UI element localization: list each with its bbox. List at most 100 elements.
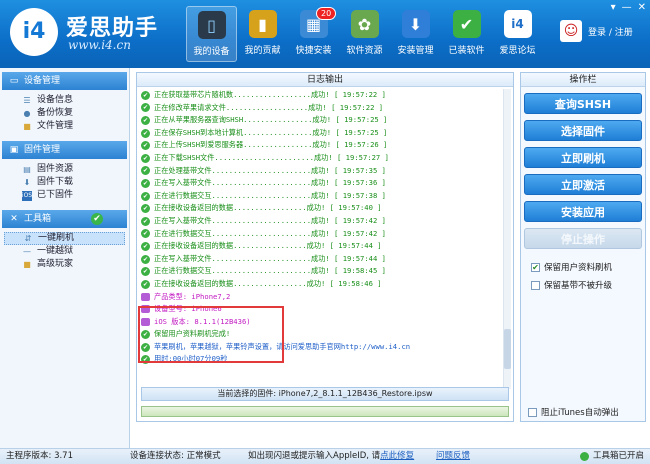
user-area: ☺ 登录 / 注册 bbox=[560, 20, 633, 42]
log-title: 日志输出 bbox=[137, 73, 513, 87]
download-icon: ⬇ bbox=[401, 10, 430, 38]
log-line: ✔ 正在进行数据交互.......................成功! [ 19… bbox=[141, 265, 503, 278]
flash-progress-bar bbox=[141, 406, 509, 417]
sidebar-item-one-click-jailbreak[interactable]: — 一键越狱 bbox=[0, 245, 129, 258]
log-line: ✔ 正在写入基带文件.......................成功! [ 19… bbox=[141, 177, 503, 190]
main-nav: ▯ 我的设备 ▮ 我的贡献 20 ▦ 快捷安装 ✿ 软件资源 ⬇ 安装管理 ✔ … bbox=[186, 6, 543, 64]
check-icon: ✔ bbox=[141, 355, 150, 365]
flash-now-button[interactable]: 立即刷机 bbox=[524, 147, 642, 168]
phone-icon: ▯ bbox=[197, 11, 226, 39]
log-output[interactable]: ✔ 正在获取基带芯片随机数..................成功! [ 19:5… bbox=[141, 89, 503, 391]
status-bar: 主程序版本: 3.71 设备连接状态: 正常模式 如出现闪退或提示输入Apple… bbox=[0, 448, 650, 464]
log-line: ✔ 正在从苹果服务器查询SHSH................成功! [ 19:… bbox=[141, 114, 503, 127]
option-label: 保留基带不被升级 bbox=[544, 281, 613, 291]
nav-label: 已装软件 bbox=[448, 46, 485, 56]
log-text: 正在获取基带芯片随机数..................成功! [ 19:57… bbox=[154, 90, 386, 99]
sidebar-item-downloaded-firmware[interactable]: iOS 已下固件 bbox=[0, 189, 129, 202]
check-icon: ✔ bbox=[141, 103, 150, 113]
check-icon: ✔ bbox=[141, 166, 150, 176]
tools-icon: ✕ bbox=[10, 214, 18, 224]
nav-label: 我的贡献 bbox=[244, 46, 281, 56]
log-text: 苹果刷机，苹果越狱，苹果铃声设置，请访问爱思助手官网http://www.i4.… bbox=[154, 341, 411, 351]
sidebar-item-label: 已下固件 bbox=[37, 190, 74, 200]
block-itunes-option[interactable]: 阻止iTunes自动弹出 bbox=[528, 406, 619, 418]
sidebar-item-advanced-player[interactable]: ■ 高级玩家 bbox=[0, 258, 129, 271]
section-title: 固件管理 bbox=[24, 145, 61, 155]
sidebar-item-firmware-resources[interactable]: ▤ 固件资源 bbox=[0, 163, 129, 176]
check-icon: ✔ bbox=[141, 204, 150, 214]
login-register-link[interactable]: 登录 / 注册 bbox=[588, 25, 633, 38]
log-line: ✔ 正在写入基带文件.......................成功! [ 19… bbox=[141, 253, 503, 266]
log-text: 产品类型: iPhone7,2 bbox=[154, 291, 231, 301]
stop-operation-button[interactable]: 停止操作 bbox=[524, 228, 642, 249]
nav-forum[interactable]: i4 爱思论坛 bbox=[492, 6, 543, 62]
avatar[interactable]: ☺ bbox=[560, 20, 582, 42]
nav-label: 安装管理 bbox=[397, 46, 434, 56]
log-line: ✔ 正在写入基带文件.......................成功! [ 19… bbox=[141, 215, 503, 228]
close-icon[interactable]: ✕ bbox=[638, 2, 646, 13]
sidebar: ▭ 设备管理 ☰ 设备信息 ● 备份恢复 ■ 文件管理 ▣ 固件管理 ▤ 固件资源 ⬇ 固件下… bbox=[0, 68, 130, 448]
unlock-icon: — bbox=[23, 247, 31, 256]
check-icon: ✔ bbox=[141, 141, 150, 151]
check-icon: ✔ bbox=[141, 241, 150, 251]
log-line-time: ✔ 用时:00小时07分09秒 bbox=[141, 353, 503, 366]
sidebar-section-toolbox[interactable]: ✕ 工具箱 ✔ bbox=[2, 210, 127, 228]
log-text: 正在上传SHSH到爱思服务器................成功! [ 19:5… bbox=[154, 140, 388, 150]
repair-link[interactable]: 点此修复 bbox=[380, 451, 414, 461]
log-text: 正在进行数据交互.......................成功! [ 19:… bbox=[154, 266, 386, 276]
toolbox-status-text: 工具箱已开启 bbox=[592, 451, 644, 461]
device-state-text: 设备连接状态: 正常模式 bbox=[130, 451, 221, 461]
activate-now-button[interactable]: 立即激活 bbox=[524, 174, 642, 195]
select-firmware-button[interactable]: 选择固件 bbox=[524, 120, 642, 141]
nav-my-device[interactable]: ▯ 我的设备 bbox=[186, 6, 237, 62]
nav-my-contribution[interactable]: ▮ 我的贡献 bbox=[237, 6, 288, 62]
app-header: i4 爱思助手 www.i4.cn ▯ 我的设备 ▮ 我的贡献 20 ▦ 快捷安… bbox=[0, 0, 650, 68]
feedback-link[interactable]: 问题反馈 bbox=[436, 449, 470, 464]
keep-user-data-option[interactable]: ✔ 保留用户资料刷机 bbox=[531, 261, 645, 273]
keep-user-data-checkbox[interactable]: ✔ bbox=[531, 262, 540, 272]
sidebar-item-backup-restore[interactable]: ● 备份恢复 bbox=[0, 107, 129, 120]
nav-installed-apps[interactable]: ✔ 已装软件 bbox=[441, 6, 492, 62]
check-icon: ✔ bbox=[141, 229, 150, 239]
operations-title: 操作栏 bbox=[521, 73, 645, 87]
sidebar-item-label: 固件资源 bbox=[37, 164, 74, 174]
chart-icon: ▮ bbox=[248, 10, 277, 38]
app-url: www.i4.cn bbox=[68, 38, 131, 52]
keep-baseband-checkbox[interactable] bbox=[531, 280, 540, 290]
check-icon: ✔ bbox=[141, 254, 150, 264]
install-app-button[interactable]: 安装应用 bbox=[524, 201, 642, 222]
option-label: 阻止iTunes自动弹出 bbox=[541, 408, 619, 418]
nav-software-resources[interactable]: ✿ 软件资源 bbox=[339, 6, 390, 62]
check-icon: ✔ bbox=[141, 216, 150, 226]
check-icon: ✔ bbox=[141, 128, 150, 138]
check-icon: ✔ bbox=[141, 342, 150, 352]
keep-baseband-option[interactable]: 保留基带不被升级 bbox=[531, 279, 645, 291]
sidebar-item-file-manager[interactable]: ■ 文件管理 bbox=[0, 120, 129, 133]
log-text: 正在写入基带文件.......................成功! [ 19:… bbox=[154, 178, 386, 188]
log-text: 正在接收设备返回的数据.................成功! [ 19:57:… bbox=[154, 203, 382, 213]
sidebar-item-label: 一键越狱 bbox=[37, 246, 74, 256]
sidebar-item-label: 设备信息 bbox=[37, 95, 74, 105]
query-shsh-button[interactable]: 查询SHSH bbox=[524, 93, 642, 114]
check-icon: ✔ bbox=[141, 90, 150, 100]
log-line-info: 产品类型: iPhone7,2 bbox=[141, 291, 503, 304]
menu-icon[interactable]: ▾ bbox=[611, 2, 616, 13]
log-text: 正在接收设备返回的数据.................成功! [ 19:58:… bbox=[154, 278, 382, 288]
sidebar-section-firmware[interactable]: ▣ 固件管理 bbox=[2, 141, 127, 159]
minimize-icon[interactable]: — bbox=[622, 2, 632, 13]
log-text: 正在修改苹果请求文件...................成功! [ 19:57… bbox=[154, 102, 384, 112]
sidebar-item-firmware-download[interactable]: ⬇ 固件下载 bbox=[0, 176, 129, 189]
nav-quick-install[interactable]: 20 ▦ 快捷安装 bbox=[288, 6, 339, 62]
scrollbar-thumb[interactable] bbox=[504, 329, 511, 369]
block-itunes-checkbox[interactable] bbox=[528, 407, 537, 417]
sidebar-item-device-info[interactable]: ☰ 设备信息 bbox=[0, 94, 129, 107]
selected-firmware-bar: 当前选择的固件: iPhone7,2_8.1.1_12B436_Restore.… bbox=[141, 387, 509, 401]
sidebar-section-device[interactable]: ▭ 设备管理 bbox=[2, 72, 127, 90]
log-line: ✔ 正在获取基带芯片随机数..................成功! [ 19:5… bbox=[141, 89, 503, 102]
log-scrollbar[interactable] bbox=[503, 89, 511, 389]
log-text: 正在写入基带文件.......................成功! [ 19:… bbox=[154, 215, 386, 225]
nav-install-manager[interactable]: ⬇ 安装管理 bbox=[390, 6, 441, 62]
sidebar-item-one-click-flash[interactable]: ⇵ 一键刷机 bbox=[4, 232, 125, 245]
log-text: 正在处理基带文件.......................成功! [ 19:… bbox=[154, 165, 386, 175]
info-icon bbox=[141, 317, 150, 326]
